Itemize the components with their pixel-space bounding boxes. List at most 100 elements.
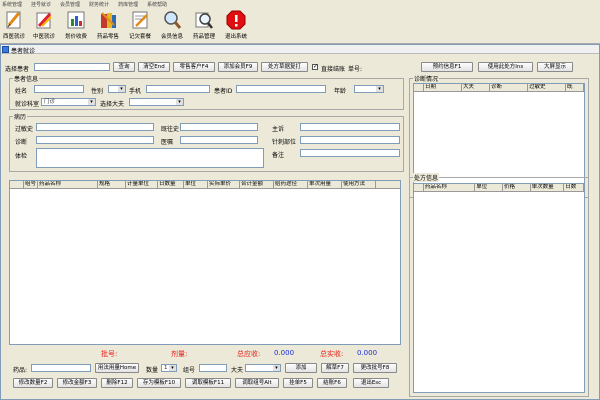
diagnosis-input[interactable] (36, 136, 154, 144)
age-select[interactable]: ▾ (354, 85, 384, 93)
edit-qty-button[interactable]: 修改数量F2 (13, 378, 53, 388)
col-spacer (10, 181, 24, 188)
doctor-label: 选择大夫 (100, 101, 125, 108)
toolbar-exit-button[interactable]: 退出系统 (222, 9, 250, 43)
bottom-doctor-select[interactable]: ▾ (245, 364, 281, 372)
delete-button[interactable]: 删除F12 (101, 378, 133, 388)
walkin-customer-button[interactable]: 零售客户F4 (173, 62, 215, 72)
usage-dosage-button[interactable]: 用法用量Home (95, 363, 139, 373)
col-rx-unit: 单位 (475, 184, 503, 191)
clear-button[interactable]: 清空End (138, 62, 170, 72)
allergy-input[interactable] (36, 123, 154, 131)
dose-label: 剂量: (171, 350, 188, 358)
prescription-reprint-button[interactable]: 处方草据复打 (261, 62, 308, 72)
menu-system[interactable]: 系统管理 (2, 1, 22, 8)
toolbar: 西医就诊 中医就诊 划价收费 药品零售 记欠套餐 会员信息 药品管理 退出系统 (0, 8, 600, 44)
booking-info-button[interactable]: 预约信息F1 (421, 62, 473, 72)
col-rx-single-qty: 单次数量 (531, 184, 565, 191)
exit-button[interactable]: 退出Esc (353, 378, 389, 388)
load-template-button[interactable]: 调取模板F11 (185, 378, 231, 388)
add-drug-button[interactable]: 添加 (285, 363, 317, 373)
books-icon (101, 12, 116, 28)
complaint-input[interactable] (300, 123, 400, 131)
age-label: 年龄 (334, 88, 347, 95)
group-no-input[interactable] (199, 364, 227, 372)
advice-input[interactable] (180, 136, 258, 144)
prescription-grid[interactable]: 组号 药品名称 规格 计量单位 日数量 单位 实际单价 合计金额 给药途径 单次… (9, 180, 401, 345)
patient-id-input[interactable] (236, 85, 326, 93)
qty-select[interactable]: 1 ▾ (161, 364, 177, 372)
toolbar-package-button[interactable]: 记欠套餐 (126, 9, 154, 43)
menu-register[interactable]: 挂号就诊 (31, 1, 51, 8)
qty-label: 数量 (146, 367, 159, 374)
hold-order-button[interactable]: 挂单F5 (283, 378, 313, 388)
col-spacer (414, 84, 424, 91)
toolbar-western-visit-button[interactable]: 西医就诊 (0, 9, 28, 43)
prescription-grid-header: 组号 药品名称 规格 计量单位 日数量 单位 实际单价 合计金额 给药途径 单次… (10, 181, 400, 189)
diagnosis-label: 诊断 (15, 139, 28, 146)
menu-help[interactable]: 系统帮助 (147, 1, 167, 8)
total-due-value: 0.000 (274, 349, 295, 357)
search-icon (164, 11, 182, 29)
col-allergy: 过敏史 (528, 84, 566, 91)
phone-input[interactable] (146, 85, 210, 93)
remark-input[interactable] (300, 149, 400, 157)
edit-amount-button[interactable]: 修改金额F3 (57, 378, 97, 388)
acupoint-input[interactable] (300, 136, 400, 144)
toolbar-drug-mgmt-button[interactable]: 药品管理 (190, 9, 218, 43)
exam-label: 体检 (15, 153, 28, 160)
load-group-button[interactable]: 调取组号Alt (235, 378, 279, 388)
use-prescription-button[interactable]: 使用此处方Ins (478, 62, 533, 72)
direct-settle-checkbox[interactable]: ✓ (312, 64, 318, 70)
exit-icon (226, 10, 246, 30)
rx-info-grid[interactable]: 药品名称 单位 价格 单次数量 日数 (413, 183, 585, 393)
query-button[interactable]: 查询 (113, 62, 135, 72)
acupoint-label: 针刺部位 (272, 139, 297, 146)
patient-info-title: 患者信息 (13, 74, 40, 83)
col-unit-price: 实际单价 (208, 181, 240, 188)
menu-pharmacy[interactable]: 药库管理 (118, 1, 138, 8)
chevron-down-icon: ▾ (273, 365, 280, 371)
checkout-button[interactable]: 结账F6 (317, 378, 347, 388)
menu-finance[interactable]: 财务统计 (89, 1, 109, 8)
save-template-button[interactable]: 存为模板F10 (137, 378, 181, 388)
change-batch-button[interactable]: 更改批号F8 (353, 363, 397, 373)
col-unit: 单位 (184, 181, 208, 188)
bill-no-label: 单号: (348, 66, 363, 73)
menu-bar: 系统管理 挂号就诊 会员管理 财务统计 药库管理 系统帮助 (0, 0, 600, 8)
col-group: 组号 (25, 181, 38, 188)
history-input[interactable] (180, 123, 258, 131)
col-drug-name: 药品名称 (38, 181, 98, 188)
diagnosis-history-header: 日期 大夫 诊断 过敏史 既 (414, 84, 584, 92)
dept-select[interactable]: 门诊 ▾ (41, 98, 96, 106)
dept-value: 门诊 (44, 99, 56, 105)
col-single-dose: 单次用量 (308, 181, 342, 188)
toolbar-retail-button[interactable]: 药品零售 (94, 9, 122, 43)
drug-input[interactable] (31, 364, 91, 372)
gender-select[interactable]: ▾ (108, 85, 126, 93)
gender-label: 性别 (91, 88, 104, 95)
chevron-down-icon: ▾ (176, 99, 183, 105)
big-screen-button[interactable]: 大屏显示 (537, 62, 573, 72)
add-member-button[interactable]: 添加会员F9 (218, 62, 258, 72)
col-diagnosis: 诊断 (490, 84, 528, 91)
doctor-select[interactable]: ▾ (129, 98, 184, 106)
complaint-label: 主诉 (272, 126, 285, 133)
menu-member[interactable]: 会员管理 (60, 1, 80, 8)
total-paid-value: 0.000 (357, 349, 378, 357)
rx-info-header: 药品名称 单位 价格 单次数量 日数 (414, 184, 584, 192)
toolbar-member-info-button[interactable]: 会员信息 (158, 9, 186, 43)
toolbar-pricing-button[interactable]: 划价收费 (62, 9, 90, 43)
toolbar-chinese-visit-button[interactable]: 中医就诊 (30, 9, 58, 43)
patient-search-input[interactable] (34, 63, 110, 71)
name-input[interactable] (34, 85, 84, 93)
total-paid-label: 总实收: (320, 350, 344, 358)
decode-button[interactable]: 解草F7 (321, 363, 349, 373)
pen-icon (36, 12, 52, 29)
col-spacer (414, 184, 424, 191)
window-titlebar: 患者就诊 (1, 45, 599, 55)
exam-textarea[interactable] (36, 148, 264, 168)
direct-settle-label: 直接结账 (321, 66, 346, 73)
history-label: 既往史 (161, 126, 180, 133)
remark-label: 备注 (272, 152, 285, 159)
